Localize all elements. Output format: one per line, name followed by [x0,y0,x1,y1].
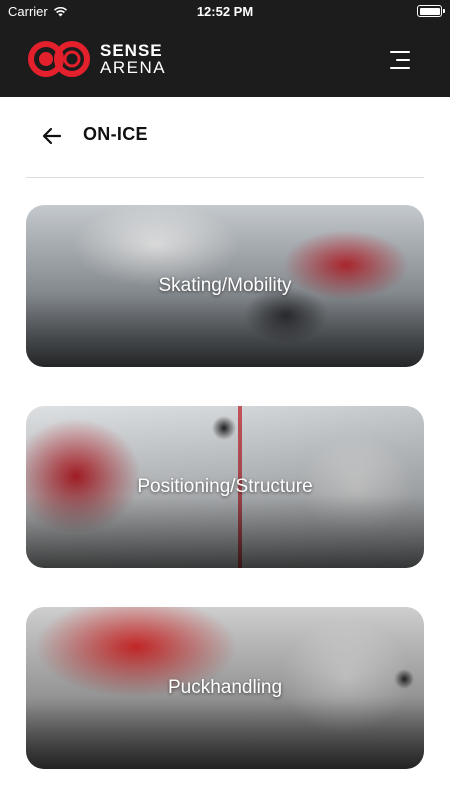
card-label: Skating/Mobility [158,275,292,296]
top-bar: Carrier 12:52 PM SENSE ARENA [0,0,450,97]
category-card-positioning[interactable]: Positioning/Structure [26,406,424,568]
hamburger-menu-icon[interactable] [386,50,410,70]
card-label: Puckhandling [167,677,283,698]
back-arrow-icon[interactable] [40,124,64,148]
category-card-puckhandling[interactable]: Puckhandling [26,607,424,769]
card-label: Positioning/Structure [137,476,313,497]
logo-text-sense: SENSE [100,41,163,60]
page-header: ON-ICE [26,118,424,178]
logo-mark-icon [28,41,90,77]
battery-icon [417,5,445,17]
status-time: 12:52 PM [196,4,254,19]
sense-arena-logo: SENSE ARENA [26,38,166,80]
category-card-skating[interactable]: Skating/Mobility [26,205,424,367]
logo-text-arena: ARENA [100,58,167,77]
page-title: ON-ICE [83,124,148,144]
status-bar: Carrier 12:52 PM [0,0,450,24]
